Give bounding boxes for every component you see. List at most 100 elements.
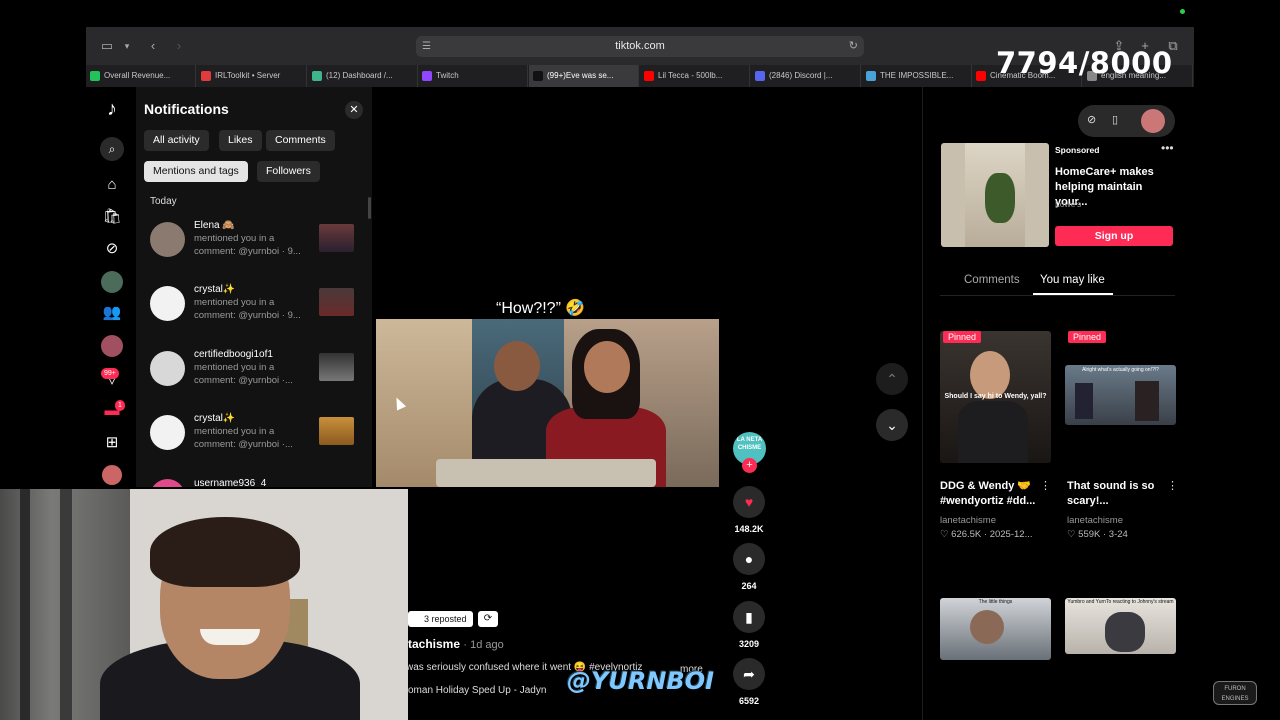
video-thumbnail[interactable] [319, 417, 354, 445]
notification-name[interactable]: Elena 🙈 [194, 220, 235, 231]
video-thumbnail[interactable] [319, 288, 354, 316]
notification-item[interactable]: crystal✨ mentioned you in a comment: @yur… [150, 413, 360, 457]
notification-item[interactable]: Elena 🙈 mentioned you in a comment: @yurn… [150, 220, 360, 264]
notification-name[interactable]: crystal✨ [194, 413, 235, 424]
avatar[interactable] [150, 286, 185, 321]
share-arrow-icon[interactable]: ➦ [733, 658, 765, 690]
browser-tab[interactable]: Twitch [418, 65, 528, 87]
ad-brand: Lowe's [1055, 199, 1082, 209]
profile-avatar-icon[interactable] [102, 465, 122, 485]
forward-icon[interactable]: › [170, 37, 188, 55]
tab-label: Lil Tecca - 500lb... [658, 71, 723, 80]
tab-label: (12) Dashboard /... [326, 71, 393, 80]
more-options-icon[interactable]: ⋮ [1167, 479, 1178, 492]
save-action[interactable]: ▮ 3209 [732, 601, 766, 649]
recommended-title[interactable]: That sound is so scary!... [1067, 479, 1167, 509]
tab-you-may-like[interactable]: You may like [1040, 274, 1105, 286]
recommended-author[interactable]: lanetachisme [1067, 515, 1123, 526]
recommended-author[interactable]: lanetachisme [940, 515, 996, 526]
follow-button[interactable]: + [742, 458, 757, 473]
scrollbar[interactable] [368, 197, 371, 219]
chip-followers[interactable]: Followers [257, 161, 320, 182]
tab-favicon-icon [90, 71, 100, 81]
explore-icon[interactable]: ⊘ [102, 239, 122, 259]
search-icon[interactable]: ⌕ [100, 137, 124, 161]
previous-video-button[interactable]: ⌃ [876, 363, 908, 395]
close-icon[interactable]: ✕ [345, 101, 363, 119]
reposted-badge[interactable]: 3 reposted [408, 611, 473, 627]
recommended-stats: ♡ 626.5K · 2025-12... [940, 529, 1033, 540]
back-icon[interactable]: ‹ [144, 37, 162, 55]
user-avatar[interactable] [1141, 109, 1165, 133]
sign-up-button[interactable]: Sign up [1055, 226, 1173, 246]
recommended-title[interactable]: DDG & Wendy 🤝 #wendyortiz #dd... [940, 479, 1040, 509]
thumbnail-caption: Should I say hi to Wendy, yall? [944, 393, 1047, 400]
browser-tab[interactable]: Lil Tecca - 500lb... [640, 65, 750, 87]
chip-mentions-and-tags[interactable]: Mentions and tags [144, 161, 248, 182]
shop-icon[interactable]: 🛍 [102, 207, 122, 227]
notification-text: mentioned you in a comment: @yurnboi · 9.… [194, 297, 301, 321]
notification-item[interactable]: certifiedboogi1of1 mentioned you in a com… [150, 349, 360, 393]
avatar[interactable] [150, 351, 185, 386]
like-action[interactable]: ♥ 148.2K [732, 486, 766, 534]
avatar[interactable] [150, 479, 185, 487]
reload-icon[interactable]: ↻ [849, 36, 858, 57]
video-thumbnail[interactable] [319, 353, 354, 381]
ad-more-icon[interactable]: ••• [1161, 141, 1174, 155]
next-video-button[interactable]: ⌄ [876, 409, 908, 441]
tab-comments[interactable]: Comments [964, 274, 1020, 286]
video-player[interactable] [376, 319, 719, 487]
recommended-video[interactable]: The little things [940, 598, 1051, 660]
compass-icon[interactable]: ⊘ [1087, 113, 1096, 126]
recommended-video[interactable]: Yumbro and YurnTo reacting to Johnny's s… [1065, 598, 1176, 654]
notification-name[interactable]: username936_4 [194, 478, 266, 487]
browser-tab[interactable]: (99+)Eve was se... [529, 65, 639, 87]
corner-logo: FURON ENGINES [1213, 681, 1257, 705]
browser-tab[interactable]: (12) Dashboard /... [308, 65, 418, 87]
avatar[interactable] [150, 222, 185, 257]
following-avatar-icon[interactable] [101, 271, 123, 293]
tab-label: Overall Revenue... [104, 71, 171, 80]
chip-comments[interactable]: Comments [266, 130, 335, 151]
ad-thumbnail[interactable] [941, 143, 1049, 247]
live-avatar-icon[interactable] [101, 335, 123, 357]
comment-icon[interactable]: ● [733, 543, 765, 575]
address-bar[interactable]: ☰ tiktok.com ↻ [416, 36, 864, 57]
avatar[interactable] [150, 415, 185, 450]
share-action[interactable]: ➦ 6592 [732, 658, 766, 706]
notification-item[interactable]: crystal✨ mentioned you in a comment: @yur… [150, 284, 360, 328]
notification-name[interactable]: certifiedboogi1of1 [194, 349, 273, 360]
browser-tab[interactable]: (2846) Discord |... [751, 65, 861, 87]
tab-favicon-icon [422, 71, 432, 81]
recommended-video[interactable]: Alright what's actually going on!?!? [1065, 365, 1176, 425]
tab-favicon-icon [866, 71, 876, 81]
browser-tab[interactable]: Overall Revenue... [86, 65, 196, 87]
heart-icon[interactable]: ♥ [733, 486, 765, 518]
more-options-icon[interactable]: ⋮ [1040, 479, 1051, 492]
chevron-down-icon[interactable]: ▾ [118, 37, 136, 55]
notification-item[interactable]: username936_4 [150, 477, 360, 487]
sidebar-toggle-icon[interactable]: ▭ [98, 37, 116, 55]
repost-icon[interactable]: ⟳ [478, 611, 498, 627]
screen: ▭ ▾ ‹ › ☰ tiktok.com ↻ ⇪ + ⧉ Overall Rev… [0, 0, 1280, 720]
post-age: · 1d ago [463, 639, 504, 651]
friends-icon[interactable]: 👥 [102, 303, 122, 323]
home-icon[interactable]: ⌂ [102, 175, 122, 195]
bookmark-icon[interactable]: ▮ [733, 601, 765, 633]
author-name[interactable]: tachisme [408, 637, 460, 651]
comment-action[interactable]: ● 264 [732, 543, 766, 591]
phone-icon[interactable]: ▯ [1112, 113, 1118, 126]
upload-icon[interactable]: ⊞ [102, 433, 122, 453]
chip-all-activity[interactable]: All activity [144, 130, 209, 151]
recommended-video[interactable]: Should I say hi to Wendy, yall? [940, 331, 1051, 463]
webcam-overlay [0, 489, 408, 720]
music-title[interactable]: oman Holiday Sped Up - Jadyn [408, 685, 546, 696]
browser-tab[interactable]: IRLToolkit • Server [197, 65, 307, 87]
notification-name[interactable]: crystal✨ [194, 284, 235, 295]
tab-favicon-icon [755, 71, 765, 81]
chip-likes[interactable]: Likes [219, 130, 262, 151]
video-thumbnail[interactable] [319, 224, 354, 252]
browser-tab[interactable]: THE IMPOSSIBLE... [862, 65, 972, 87]
tiktok-logo-icon[interactable]: ♪ [102, 99, 122, 119]
page-menu-icon[interactable]: ☰ [422, 36, 431, 57]
